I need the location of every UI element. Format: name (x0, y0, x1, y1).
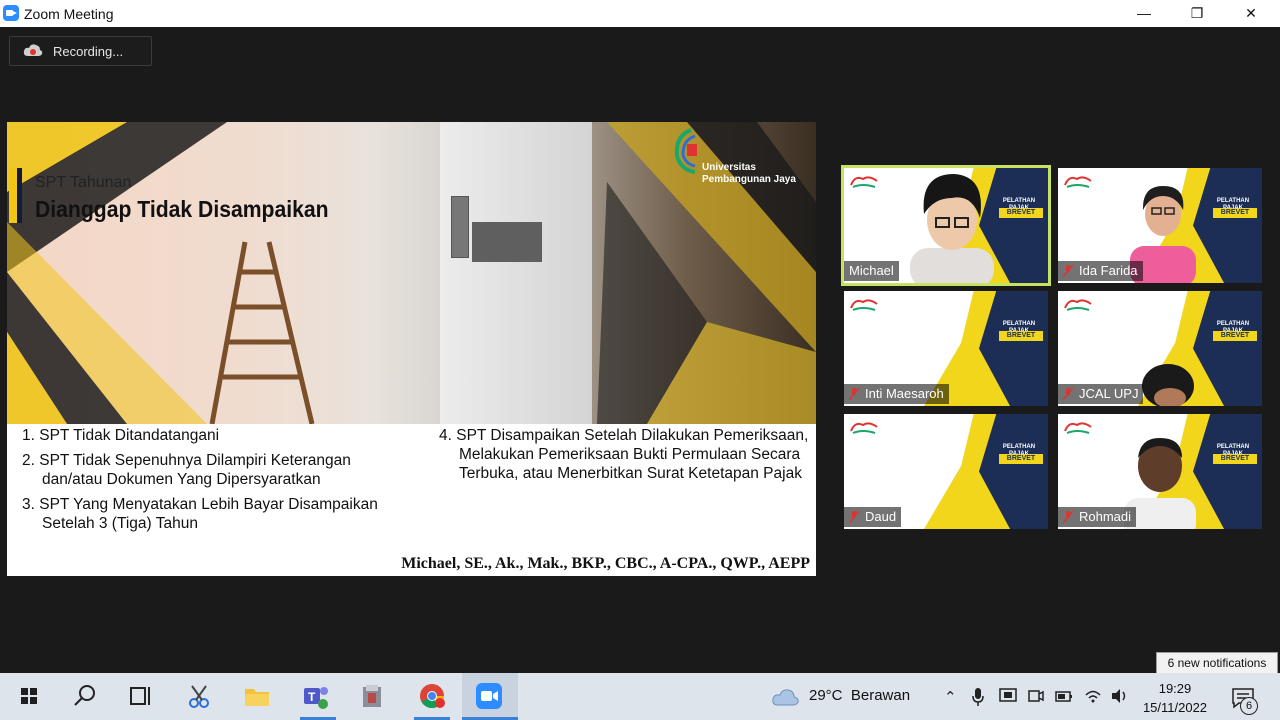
participant-name: JCAL UPJ (1079, 386, 1139, 401)
muted-mic-icon (1063, 265, 1073, 277)
event-logo (850, 422, 878, 434)
banner-badge: BREVET A&B (999, 208, 1043, 226)
search-icon[interactable] (70, 681, 100, 711)
chevron-up-icon[interactable]: ⌃ (944, 688, 957, 706)
notification-tooltip: 6 new notifications (1156, 652, 1278, 674)
participant-tile[interactable]: PELATHAN PAJAK BREVET A&B JCAL UPJ (1058, 291, 1262, 406)
window-titlebar: Zoom Meeting — ❐ ✕ (0, 0, 1280, 27)
cloud-record-icon (23, 44, 43, 56)
university-name: Universitas Pembangunan Jaya (702, 162, 796, 186)
university-logo (674, 128, 697, 174)
recording-indicator[interactable]: Recording... (9, 36, 152, 66)
event-logo (1064, 176, 1092, 188)
participant-tile[interactable]: PELATHAN PAJAK BREVET A&B Rohmadi (1058, 414, 1262, 529)
event-logo (850, 299, 878, 311)
window-title: Zoom Meeting (24, 6, 114, 22)
cloud-weather-icon[interactable] (771, 687, 801, 707)
muted-mic-icon (849, 388, 859, 400)
slide-title: Dianggap Tidak Disampaikan (35, 196, 329, 222)
wifi-icon[interactable] (1084, 688, 1102, 704)
start-icon[interactable] (14, 681, 44, 711)
zoom-app-icon (3, 5, 19, 21)
recording-label: Recording... (53, 44, 124, 59)
muted-mic-icon (849, 511, 859, 523)
event-logo (1064, 422, 1092, 434)
title-accent-navy (17, 168, 22, 223)
participant-tile[interactable]: PELATHAN PAJAK BREVET A&B Daud (844, 414, 1048, 529)
battery-icon[interactable] (1055, 689, 1073, 703)
participant-name: Ida Farida (1079, 263, 1138, 278)
banner-badge: BREVET A&B (1213, 331, 1257, 349)
microphone-icon[interactable] (972, 688, 984, 706)
taskbar-clock[interactable]: 19:29 15/11/2022 (1140, 679, 1210, 717)
slide-background-photo: SPT Tahunan Dianggap Tidak Disampaikan U… (7, 122, 816, 424)
list-item: 2. SPT Tidak Sepenuhnya Dilampiri Ketera… (22, 452, 351, 488)
notification-count-badge: 6 (1240, 697, 1258, 715)
list-item: 1. SPT Tidak Ditandatangani (22, 427, 220, 444)
participant-video (910, 174, 994, 283)
slide-list-left: 1. SPT Tidak Ditandatangani 2. SPT Tidak… (22, 426, 412, 539)
participant-name: Inti Maesaroh (865, 386, 944, 401)
participant-name-label: Rohmadi (1058, 507, 1137, 527)
banner-badge: BREVET A&B (999, 331, 1043, 349)
archive-icon[interactable] (357, 681, 387, 711)
university-name-line1: Universitas (702, 162, 756, 173)
title-accent-yellow (9, 168, 17, 223)
participant-tile[interactable]: PELATHAN PAJAK BREVET A&B Inti Maesaroh (844, 291, 1048, 406)
participant-name-label: Michael (844, 261, 899, 281)
event-logo (1064, 299, 1092, 311)
clock-time: 19:29 (1158, 681, 1192, 696)
university-name-line2: Pembangunan Jaya (702, 174, 796, 185)
device-icon[interactable] (999, 688, 1017, 704)
snipping-tool-icon[interactable] (184, 681, 214, 711)
participant-name-label: Inti Maesaroh (844, 384, 949, 404)
participant-name-label: JCAL UPJ (1058, 384, 1144, 404)
list-item: 4. SPT Disampaikan Setelah Dilakukan Pem… (439, 427, 809, 482)
participant-name: Michael (849, 263, 894, 278)
file-explorer-icon[interactable] (242, 681, 272, 711)
chrome-icon[interactable] (417, 681, 447, 711)
weather-widget[interactable]: 29°C Berawan (809, 687, 910, 704)
participant-name: Rohmadi (1079, 509, 1132, 524)
weather-desc: Berawan (850, 687, 911, 704)
event-logo (850, 176, 878, 188)
banner-badge: BREVET A&B (1213, 208, 1257, 226)
volume-icon[interactable] (1111, 688, 1129, 704)
slide-list-right: 4. SPT Disampaikan Setelah Dilakukan Pem… (439, 426, 814, 489)
participant-name: Daud (865, 509, 897, 524)
zoom-icon[interactable] (474, 681, 504, 711)
banner-badge: BREVET A&B (1213, 454, 1257, 472)
shared-screen-slide: SPT Tahunan Dianggap Tidak Disampaikan U… (7, 122, 816, 576)
windows-taskbar: T 29°C Berawan ⌃ 19:29 15/11/2022 6 (0, 673, 1280, 720)
muted-mic-icon (1063, 388, 1073, 400)
restore-button[interactable]: ❐ (1174, 0, 1220, 27)
task-view-icon[interactable] (126, 681, 156, 711)
svg-text:T: T (308, 690, 316, 704)
slide-subtitle: SPT Tahunan (35, 174, 132, 191)
list-item: 3. SPT Yang Menyatakan Lebih Bayar Disam… (22, 496, 378, 532)
camera-icon[interactable] (1028, 688, 1044, 704)
participant-tile[interactable]: PELATHAN PAJAK BREVET A&B Michael (841, 165, 1051, 286)
participant-video (1142, 364, 1194, 406)
participant-tile[interactable]: PELATHAN PAJAK BREVET A&B Ida Farida (1058, 168, 1262, 283)
clock-date: 15/11/2022 (1142, 700, 1208, 715)
participant-name-label: Ida Farida (1058, 261, 1143, 281)
banner-badge: BREVET A&B (999, 454, 1043, 472)
weather-temp: 29°C (809, 687, 843, 704)
teams-icon[interactable]: T (300, 681, 330, 711)
minimize-button[interactable]: — (1121, 0, 1167, 27)
slide-author: Michael, SE., Ak., Mak., BKP., CBC., A-C… (401, 555, 810, 572)
muted-mic-icon (1063, 511, 1073, 523)
close-button[interactable]: ✕ (1228, 0, 1274, 27)
participant-name-label: Daud (844, 507, 902, 527)
